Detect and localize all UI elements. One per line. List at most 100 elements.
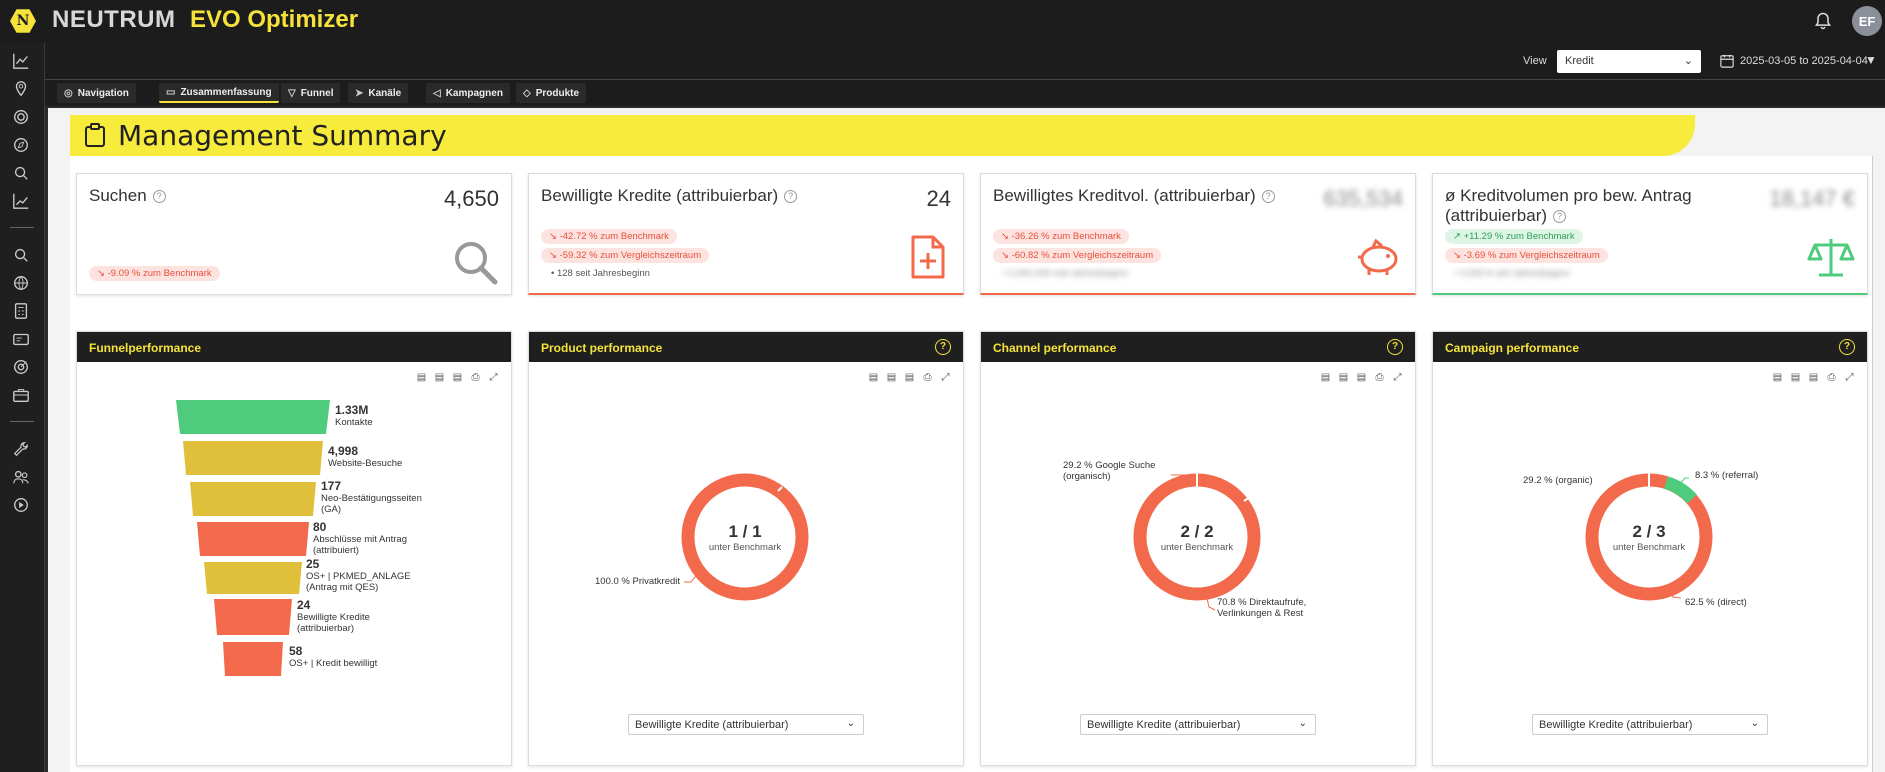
ytd-note: • 0,000,000 seit Jahresbeginn [1003,268,1129,279]
kpi-value: 18,147 € [1769,186,1855,211]
chevron-down-icon: ⌄ [1750,718,1759,729]
play-icon[interactable] [12,496,30,514]
funnel-label: 177 Neo-Bestätigungsseiten (GA) [321,479,422,515]
globe-icon[interactable] [12,274,30,292]
comparison-badge: ↘ -59.32 % zum Vergleichszeitraum [541,248,710,263]
tab-kampagnen[interactable]: ◁ Kampagnen [426,83,510,103]
caret-down-icon[interactable]: ▼ [1865,53,1877,67]
kpi-card-kredite: Bewilligte Kredite (attribuierbar)? 24 ↘… [528,173,964,295]
donut-label: 100.0 % Privatkredit [595,576,681,587]
compass-icon: ◎ [64,87,73,99]
funnel-step[interactable] [183,441,323,475]
channel-card: Channel performance? ▤ ▤ ▤ ⎙ ⤢ 2 / 2 unter Be… [980,331,1416,766]
search-icon[interactable] [12,246,30,264]
tag-icon: ◇ [523,87,531,99]
tab-bar: ◎ Navigation ▭ Zusammenfassung ▽ Funnel ➤ Ka… [45,80,1885,106]
funnel-step[interactable] [223,642,283,676]
funnel-label: 80 Abschlüsse mit Antrag (attribuiert) [313,520,407,556]
donut-label: 8.3 % (referral) [1695,470,1759,481]
funnel-chart [176,400,330,676]
sidebar [0,43,45,772]
brand-name: NEUTRUM [52,6,176,33]
compass-icon[interactable] [12,136,30,154]
donut-center: 1 / 1 unter Benchmark [708,522,782,553]
benchmark-badge: ↘ -9.09 % zum Benchmark [89,266,220,281]
metric-select[interactable]: Bewilligte Kredite (attribuierbar) ⌄ [1080,714,1316,735]
clipboard-icon [85,123,105,147]
benchmark-badge: ↘ -36.26 % zum Benchmark [993,229,1129,244]
tab-zusammenfassung[interactable]: ▭ Zusammenfassung [159,83,279,103]
donut-label: 70.8 % Direktaufrufe, Verlinkungen & Res… [1217,597,1307,619]
card-icon[interactable] [12,330,30,348]
target-icon[interactable] [12,108,30,126]
users-icon[interactable] [12,468,30,486]
benchmark-badge: ↗ +11.29 % zum Benchmark [1445,229,1583,244]
kpi-card-kreditvol: Bewilligtes Kreditvol. (attribuierbar)? … [980,173,1416,295]
page-title: Management Summary [118,119,447,152]
product-card: Product performance? ▤ ▤ ▤ ⎙ ⤢ 1 / 1 unter Be… [528,331,964,766]
funnel-label: 24 Bewilligte Kredite (attribuierbar) [297,598,370,634]
donut-slice[interactable] [1663,476,1697,504]
view-label: View [1523,55,1547,67]
help-icon[interactable]: ? [1261,190,1275,204]
filter-icon: ▽ [288,87,296,99]
tab-produkte[interactable]: ◇ Produkte [516,83,587,103]
funnel-step[interactable] [190,482,316,516]
comparison-badge: ↘ -3.69 % zum Vergleichszeitraum [1445,248,1608,263]
location-icon[interactable] [12,80,30,98]
wrench-icon[interactable] [12,440,30,458]
clipboard-icon: ▭ [166,86,176,98]
kpi-value: 24 [926,186,951,211]
metric-select[interactable]: Bewilligte Kredite (attribuierbar) ⌄ [628,714,864,735]
piggy-bank-icon [1358,238,1398,275]
briefcase-icon[interactable] [12,386,30,404]
funnel-step[interactable] [214,599,292,635]
zoom-icon[interactable] [12,164,30,182]
product-name: EVO Optimizer [190,6,359,33]
help-icon[interactable]: ? [152,190,166,204]
megaphone-icon: ◁ [433,87,441,99]
funnel-step[interactable] [204,562,302,594]
date-range[interactable]: 2025-03-05 to 2025-04-04 [1740,55,1868,67]
trend-icon[interactable] [12,192,30,210]
tab-label: Produkte [535,87,580,99]
chevron-down-icon: ⌄ [846,718,855,729]
tab-label: Kanäle [368,87,402,99]
chevron-down-icon: ⌄ [1298,718,1307,729]
logo-icon[interactable]: N [10,9,36,33]
ytd-note: • 0,000 € seit Jahresbeginn [1455,268,1570,279]
donut-center: 2 / 2 unter Benchmark [1160,522,1234,553]
metric-select[interactable]: Bewilligte Kredite (attribuierbar) ⌄ [1532,714,1768,735]
funnel-step[interactable] [197,522,309,556]
document-plus-icon [911,235,945,279]
tab-label: Zusammenfassung [180,86,272,98]
view-select[interactable]: Kredit ⌄ [1557,50,1701,73]
calendar-icon[interactable] [1720,54,1734,68]
kpi-title: Suchen [89,186,147,205]
tab-label: Navigation [77,87,129,99]
donut-label: 29.2 % (organic) [1523,475,1593,486]
funnel-step[interactable] [176,400,330,434]
funnel-label: 25 OS+ | PKMED_ANLAGE (Antrag mit QES) [306,557,411,593]
goal-icon[interactable] [12,358,30,376]
kpi-value: 4,650 [443,186,499,211]
help-icon[interactable]: ? [1553,210,1567,224]
toolbar: View Kredit ⌄ 2025-03-05 to 2025-04-04 ▼… [45,43,1885,80]
tab-label: Kampagnen [445,87,503,99]
tab-funnel[interactable]: ▽ Funnel [281,83,341,103]
tab-label: Funnel [300,87,334,99]
tab-navigation[interactable]: ◎ Navigation [57,83,136,103]
avatar[interactable]: EF [1852,6,1882,36]
kpi-value: 635,534 [1323,186,1403,211]
donut-label: 29.2 % Google Suche (organisch) [1063,460,1156,482]
kpi-title: ø Kreditvolumen pro bew. Antrag (attribu… [1445,186,1692,225]
calculator-icon[interactable] [12,302,30,320]
ytd-note: • 128 seit Jahresbeginn [551,268,650,279]
tab-kanaele[interactable]: ➤ Kanäle [348,83,409,103]
comparison-badge: ↘ -60.82 % zum Vergleichszeitraum [993,248,1162,263]
help-icon[interactable]: ? [784,190,798,204]
chart-icon[interactable] [12,52,30,70]
top-bar: N NEUTRUM EVO Optimizer EF [0,0,1885,43]
bell-icon[interactable] [1813,11,1833,31]
kpi-card-suchen: Suchen? 4,650 ↘ -9.09 % zum Benchmark [76,173,512,295]
